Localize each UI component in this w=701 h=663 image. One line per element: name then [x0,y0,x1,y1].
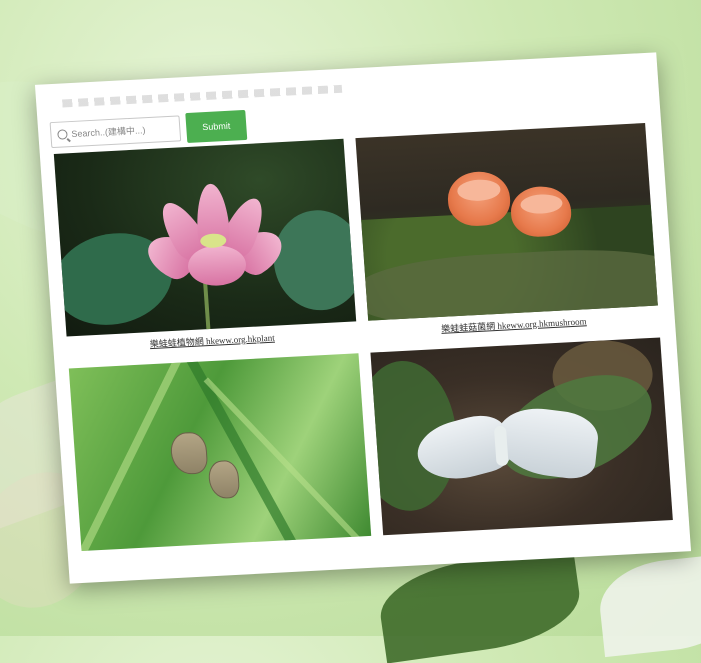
mushroom-photo[interactable] [355,122,658,321]
tile-plant[interactable]: 樂蛙蛙植物網 hkeww.org.hkplant [53,138,358,359]
lotus-photo[interactable] [53,138,357,337]
search-field[interactable] [49,115,182,149]
moth-photo[interactable] [370,337,673,536]
submit-button[interactable]: Submit [185,109,248,143]
search-input[interactable] [71,123,172,140]
search-icon [57,129,68,140]
lotus-flower [141,180,291,307]
tile-moth[interactable] [370,337,674,557]
tile-butterfly[interactable] [68,353,373,573]
faint-title [62,84,343,108]
background-leaf [595,552,701,658]
tile-mushroom[interactable]: 樂蛙蛙菇菌網 hkeww.org.hkmushroom [355,122,659,343]
butterfly-photo[interactable] [68,353,372,552]
search-bar: Submit [49,109,248,150]
image-grid: 樂蛙蛙植物網 hkeww.org.hkplant 樂蛙蛙菇菌網 hkeww.or… [53,122,675,573]
web-page-card: Submit 樂蛙蛙植物網 hkeww.org.hkplant 樂蛙蛙菇菌網 [34,52,692,584]
